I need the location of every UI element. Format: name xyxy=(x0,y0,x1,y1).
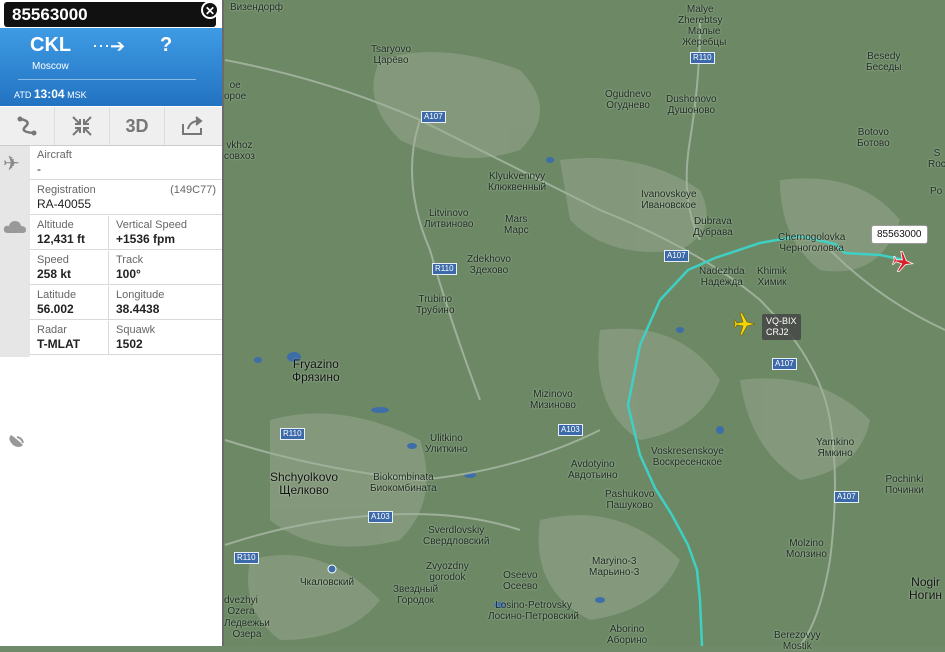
registration-code: (149C77) xyxy=(170,184,216,196)
town-label: Zdekhovo Здехово xyxy=(467,254,511,276)
route-icon[interactable] xyxy=(0,107,55,145)
town-label: Po xyxy=(930,186,943,197)
origin-code: CKL xyxy=(30,34,72,56)
town-label: Avdotyino Авдотьино xyxy=(568,459,618,481)
aircraft-section-side: ✈ xyxy=(0,146,30,181)
town-label: Litvinovo Литвиново xyxy=(424,208,474,230)
town-label: Biokombinata Биокомбината xyxy=(370,472,437,494)
flight-label-tag[interactable]: 85563000 xyxy=(871,225,928,244)
altitude-row: Altitude 12,431 ft Vertical Speed +1536 fp… xyxy=(30,216,222,250)
town-label: Малые Жеребцы xyxy=(682,26,727,48)
plane-icon: ✈ xyxy=(3,153,20,175)
panel-toolbar: 3D xyxy=(0,107,222,146)
town-label: S Roc xyxy=(928,148,945,170)
town-label: Besedy Беседы xyxy=(866,51,902,73)
flight-callsign: 85563000 xyxy=(12,5,88,24)
road-badge: R110 xyxy=(690,52,715,64)
town-label: Sverdlovskiy Свердловский xyxy=(423,525,490,547)
town-label: Mizinovo Мизиново xyxy=(530,389,576,411)
panel-title-bar: 85563000 xyxy=(4,2,216,27)
road-badge: A107 xyxy=(772,358,797,370)
route-arrow-icon: ⋯➔ xyxy=(92,36,126,56)
town-label: vkhoz совхоз xyxy=(224,140,255,162)
road-badge: A107 xyxy=(834,491,859,503)
town-label: Mars Марс xyxy=(504,214,529,236)
town-label: Pochinki Починки xyxy=(885,474,924,496)
airport-icon xyxy=(327,564,337,574)
town-label: ое орое xyxy=(224,80,247,102)
town-label: Nadezhda Надежда xyxy=(699,266,745,288)
weather-section-side xyxy=(0,181,30,287)
town-label: Визендорф xyxy=(230,2,283,13)
aircraft-row: Aircraft - xyxy=(30,146,222,180)
town-label: Aborino Аборино xyxy=(607,624,648,646)
town-label: Botovo Ботово xyxy=(857,127,890,149)
departure-time: ATD 13:04 MSK xyxy=(14,87,87,101)
town-label: Losino-Petrovsky Лосино-Петровский xyxy=(488,600,579,622)
town-label: Malye Zherebtsy xyxy=(678,4,723,26)
close-button[interactable]: ✕ xyxy=(201,1,219,19)
cloud-icon xyxy=(3,221,26,233)
town-label: Dushonovo Душоново xyxy=(666,94,717,116)
radar-section-side xyxy=(0,287,30,453)
town-label: Klyukvennyy Клюквенный xyxy=(488,171,547,193)
town-label: Berezovyy Mostik xyxy=(774,630,821,652)
road-badge: A103 xyxy=(558,424,583,436)
town-label: Voskresenskoye Воскресенское xyxy=(651,446,724,468)
3d-view-button[interactable]: 3D xyxy=(110,107,165,145)
town-label: Zvyozdny gorodok xyxy=(426,561,469,583)
town-label: Fryazino Фрязино xyxy=(292,357,340,384)
town-label: Tsaryovo Царёво xyxy=(371,44,412,66)
town-label: Chernogolovka Черноголовка xyxy=(778,232,846,254)
town-label: Pashukovo Пашуково xyxy=(605,489,655,511)
town-label: Maryino-3 Марьино-3 xyxy=(589,556,640,578)
radar-row: Radar T-MLAT Squawk 1502 xyxy=(30,321,222,355)
other-flight-label-tag[interactable]: VQ-BIX CRJ2 xyxy=(762,314,801,340)
origin-city: Moscow xyxy=(32,61,69,72)
town-label: Звездный Городок xyxy=(393,584,439,606)
road-badge: A107 xyxy=(421,111,446,123)
road-badge: A103 xyxy=(368,511,393,523)
town-label: Oseevo Осеево xyxy=(503,570,538,592)
road-badge: A107 xyxy=(664,250,689,262)
town-label: Shchyolkovo Щелково xyxy=(270,470,339,497)
town-label: Trubino Трубино xyxy=(416,294,455,316)
town-label: Чкаловский xyxy=(300,577,355,588)
share-icon[interactable] xyxy=(165,107,220,145)
road-badge: R110 xyxy=(234,552,259,564)
town-label: Khimik Химик xyxy=(757,266,788,288)
town-label: Dubrava Дубрава xyxy=(693,216,733,238)
satellite-dish-icon xyxy=(7,435,24,453)
road-badge: R110 xyxy=(432,263,457,275)
speed-row: Speed 258 kt Track 100° xyxy=(30,251,222,285)
town-label: Ivanovskoye Ивановское xyxy=(641,189,697,211)
town-label: Molzino Молзино xyxy=(786,538,827,560)
position-row: Latitude 56.002 Longitude 38.4438 xyxy=(30,286,222,320)
town-label: Ледвежьи Озера xyxy=(224,618,270,640)
registration-row: Registration RA-40055 (149C77) xyxy=(30,181,222,215)
flight-info-panel: 85563000 ✕ CKL Moscow ⋯➔ ? ATD 13:04 MSK… xyxy=(0,0,224,646)
route-header: CKL Moscow ⋯➔ ? ATD 13:04 MSK xyxy=(0,28,222,106)
town-label: Yamkino Ямкино xyxy=(816,437,855,459)
town-label: Ogudnevo Огуднево xyxy=(605,89,652,111)
road-badge: R110 xyxy=(280,428,305,440)
destination-code: ? xyxy=(160,34,173,56)
route-divider xyxy=(18,79,196,80)
town-label: dvezhyi Ozera xyxy=(224,595,258,617)
collapse-icon[interactable] xyxy=(55,107,110,145)
town-label: Ulitkino Улиткино xyxy=(425,433,468,455)
town-label: Nogir Ногин xyxy=(909,575,943,602)
